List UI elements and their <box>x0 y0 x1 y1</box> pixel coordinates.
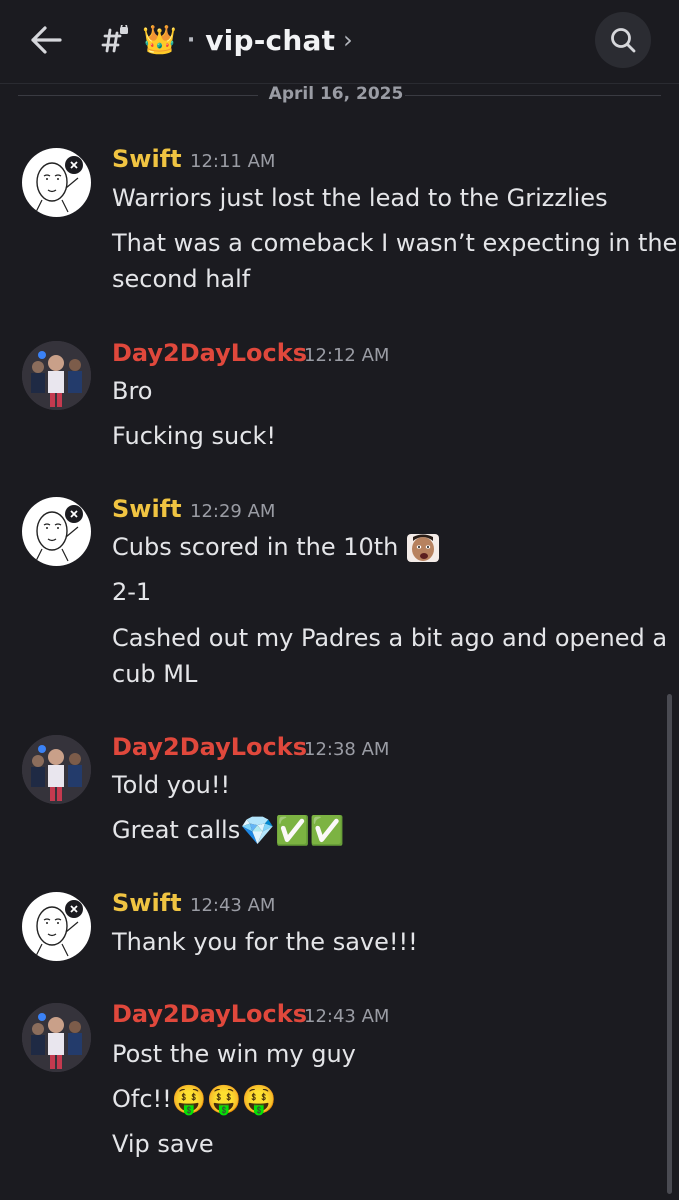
timestamp: 12:43 AM <box>190 895 276 916</box>
wojak-avatar-icon <box>35 156 83 213</box>
wojak-avatar-icon <box>35 900 83 957</box>
message-text: That was a comeback I wasn’t expecting i… <box>112 229 678 257</box>
message-text-span: Great calls <box>112 816 241 844</box>
avatar[interactable] <box>22 497 91 566</box>
channel-header: 👑 · vip-chat › <box>0 0 679 84</box>
message-text: Bro <box>112 377 153 405</box>
scrollbar[interactable] <box>667 694 672 1194</box>
custom-face-emoji-icon[interactable] <box>406 531 440 565</box>
crown-emoji: 👑 <box>142 23 177 56</box>
photo-avatar-icon <box>22 735 91 804</box>
divider-line <box>405 95 661 96</box>
message-text: Post the win my guy <box>112 1040 356 1068</box>
message-text-span: Cubs scored in the 10th <box>112 533 399 561</box>
message-text: Fucking suck! <box>112 422 276 450</box>
search-button[interactable] <box>595 12 651 68</box>
chat-screen: 👑 · vip-chat › April 16, 2025 Swift 12:1… <box>0 0 679 1200</box>
emoji-group: 💎✅✅ <box>240 814 345 847</box>
timestamp: 12:11 AM <box>190 151 276 172</box>
message-text: cub ML <box>112 660 198 688</box>
username[interactable]: Swift <box>112 495 182 523</box>
avatar[interactable] <box>22 148 91 217</box>
channel-name: vip-chat <box>205 23 336 57</box>
timestamp: 12:29 AM <box>190 501 276 522</box>
message-text: Warriors just lost the lead to the Grizz… <box>112 184 608 212</box>
message-text: 2-1 <box>112 578 152 606</box>
username[interactable]: Swift <box>112 145 182 173</box>
divider-line <box>18 95 258 96</box>
timestamp: 12:12 AM <box>304 345 390 366</box>
timestamp: 12:43 AM <box>304 1006 390 1027</box>
avatar[interactable] <box>22 735 91 804</box>
message-text: Cashed out my Padres a bit ago and opene… <box>112 624 668 652</box>
emoji-group: 🤑🤑🤑 <box>171 1083 277 1116</box>
username[interactable]: Day2DayLocks <box>112 339 307 367</box>
chevron-right-icon: › <box>343 26 353 54</box>
hash-lock-icon <box>101 25 128 53</box>
username[interactable]: Day2DayLocks <box>112 1000 307 1028</box>
message-text: Vip save <box>112 1130 214 1158</box>
channel-title[interactable]: 👑 · vip-chat › <box>100 18 353 62</box>
message-text: Thank you for the save!!! <box>112 928 418 956</box>
message-text-span: Ofc!! <box>112 1085 172 1113</box>
message-text: Ofc!!🤑🤑🤑 <box>112 1081 664 1117</box>
title-separator: · <box>186 27 196 53</box>
message-text: Cubs scored in the 10th <box>112 529 664 565</box>
message-text: Great calls💎✅✅ <box>112 812 664 848</box>
timestamp: 12:38 AM <box>304 739 390 760</box>
back-button[interactable] <box>22 18 70 62</box>
date-label: April 16, 2025 <box>268 84 404 104</box>
arrow-left-icon <box>31 26 62 54</box>
username[interactable]: Day2DayLocks <box>112 733 307 761</box>
message-text: Told you!! <box>112 771 231 799</box>
date-divider: April 16, 2025 <box>18 84 661 108</box>
avatar[interactable] <box>22 892 91 961</box>
avatar[interactable] <box>22 1003 91 1072</box>
wojak-avatar-icon <box>35 505 83 562</box>
search-icon <box>611 28 636 53</box>
message-text: second half <box>112 265 251 293</box>
avatar[interactable] <box>22 341 91 410</box>
username[interactable]: Swift <box>112 889 182 917</box>
photo-avatar-icon <box>22 341 91 410</box>
photo-avatar-icon <box>22 1003 91 1072</box>
